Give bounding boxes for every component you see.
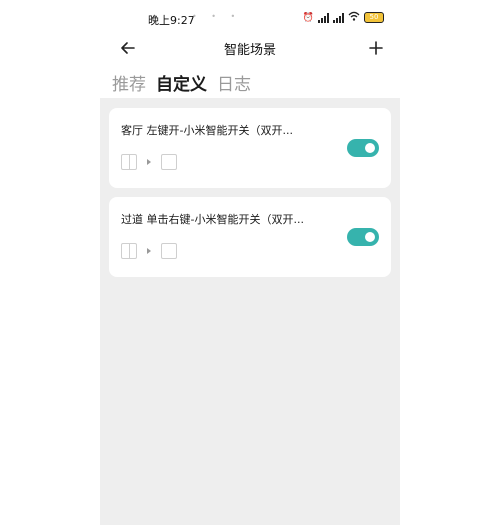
scene-title: 客厅 左键开-小米智能开关（双开... — [121, 124, 293, 137]
triangle-right-icon — [147, 248, 151, 254]
page-title: 智能场景 — [223, 43, 276, 58]
scene-list: 客厅 左键开-小米智能开关（双开... 过道 单击右键-小米智能开关（双开... — [100, 98, 400, 525]
signal-icon-2 — [333, 12, 344, 23]
triangle-right-icon — [147, 159, 151, 165]
scene-toggle[interactable] — [347, 139, 379, 157]
scene-flow — [121, 243, 177, 259]
double-switch-icon — [121, 243, 137, 259]
status-time: 晚上9:27 — [148, 14, 195, 27]
tab-log[interactable]: 日志 — [217, 70, 251, 95]
scene-card[interactable]: 过道 单击右键-小米智能开关（双开... — [109, 197, 391, 277]
toggle-knob — [365, 143, 375, 153]
scene-title: 过道 单击右键-小米智能开关（双开... — [121, 213, 304, 226]
tab-custom[interactable]: 自定义 — [156, 70, 207, 95]
status-icons: ⏰ 50 — [303, 11, 384, 24]
wifi-icon — [348, 11, 360, 24]
plus-icon[interactable] — [366, 38, 386, 58]
toggle-knob — [365, 232, 375, 242]
tab-bar: 推荐 自定义 日志 — [112, 70, 251, 95]
switch-icon — [161, 243, 177, 259]
scene-flow — [121, 154, 177, 170]
scene-card[interactable]: 客厅 左键开-小米智能开关（双开... — [109, 108, 391, 188]
alarm-icon: ⏰ — [302, 12, 314, 23]
battery-icon: 50 — [364, 12, 384, 23]
scene-toggle[interactable] — [347, 228, 379, 246]
notification-dots: • • • — [192, 12, 242, 21]
phone-screen: 晚上9:27 • • • ⏰ 50 智能场景 推荐 自定义 日志 客厅 左键开-… — [100, 0, 400, 525]
double-switch-icon — [121, 154, 137, 170]
top-nav: 智能场景 — [100, 36, 400, 60]
signal-icon — [318, 12, 329, 23]
tab-recommended[interactable]: 推荐 — [112, 70, 146, 95]
status-bar: 晚上9:27 • • • ⏰ 50 — [100, 0, 400, 36]
switch-icon — [161, 154, 177, 170]
